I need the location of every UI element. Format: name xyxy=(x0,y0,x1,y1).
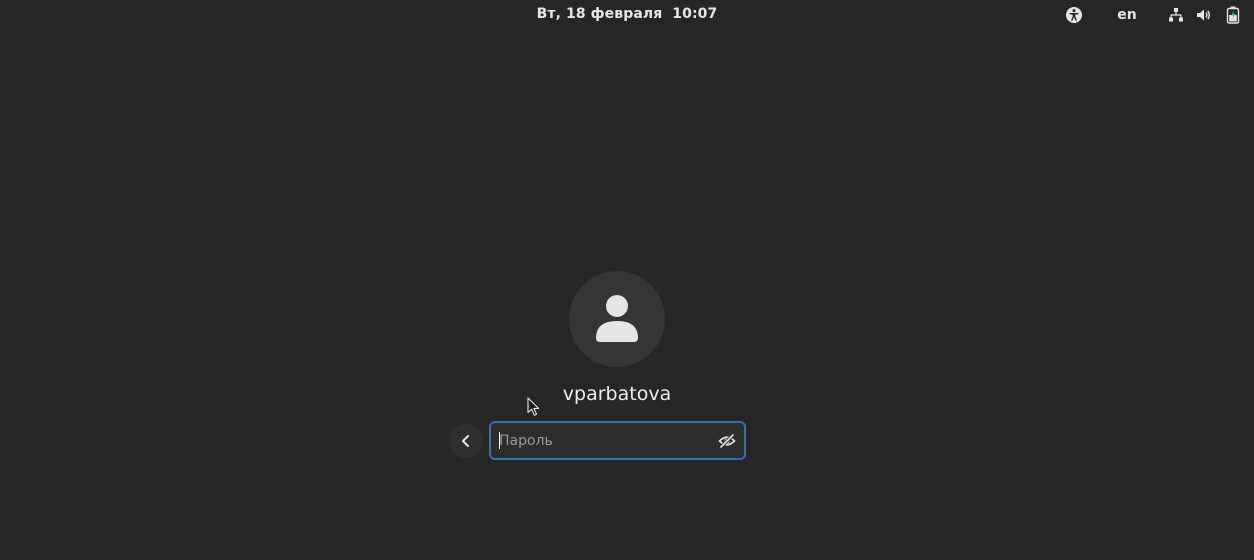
user-silhouette-icon xyxy=(596,295,638,342)
accessibility-icon xyxy=(1066,7,1082,23)
battery-indicator[interactable] xyxy=(1224,5,1242,25)
password-input[interactable] xyxy=(499,423,704,458)
back-button[interactable] xyxy=(449,424,483,458)
username-text: vparbatova xyxy=(562,383,672,405)
keyboard-layout-indicator[interactable]: en xyxy=(1112,5,1142,25)
top-bar: Вт, 18 февраля 10:07 en xyxy=(0,0,1254,30)
network-indicator[interactable] xyxy=(1167,5,1185,25)
avatar xyxy=(569,271,665,367)
text-caret xyxy=(499,432,500,449)
battery-icon xyxy=(1226,6,1240,24)
chevron-left-icon xyxy=(462,435,469,447)
clock-label: Вт, 18 февраля 10:07 xyxy=(536,6,718,22)
mouse-pointer-icon xyxy=(527,397,540,416)
username-label: vparbatova xyxy=(0,383,1254,405)
password-field[interactable] xyxy=(489,421,746,460)
login-screen: Вт, 18 февраля 10:07 en vparbatova xyxy=(0,0,1254,560)
volume-icon xyxy=(1197,9,1210,21)
accessibility-menu[interactable] xyxy=(1064,5,1084,25)
eye-slash-icon xyxy=(718,433,736,449)
network-icon xyxy=(1169,8,1183,22)
volume-indicator[interactable] xyxy=(1195,5,1213,25)
reveal-password-button[interactable] xyxy=(718,432,736,450)
keyboard-layout-label: en xyxy=(1117,7,1137,23)
